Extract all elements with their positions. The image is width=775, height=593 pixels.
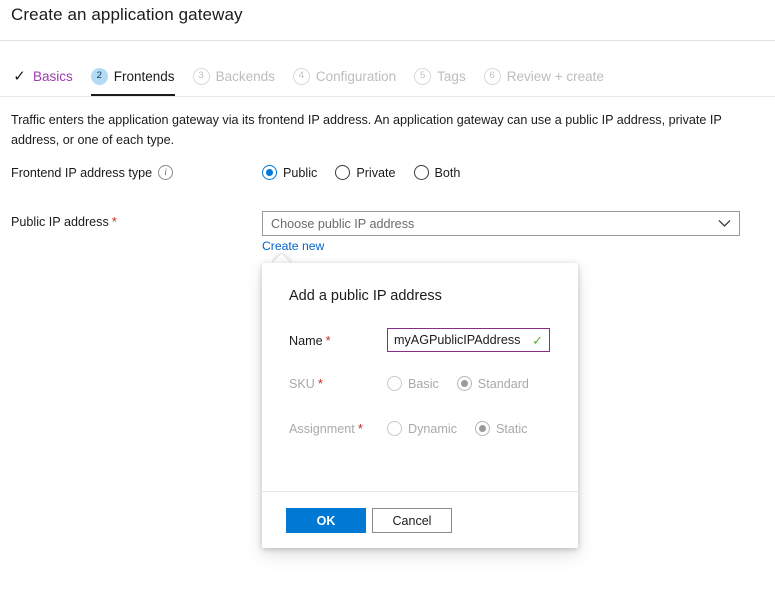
tab-backends[interactable]: 3 Backends [192, 62, 277, 90]
tab-label: Tags [437, 68, 466, 84]
page-title: Create an application gateway [11, 5, 243, 24]
tab-label: Configuration [315, 68, 397, 84]
field-label-text: Frontend IP address type [11, 165, 153, 180]
public-ip-address-label: Public IP address * [11, 214, 117, 229]
radio-option-public[interactable]: Public [262, 165, 317, 180]
tab-basics[interactable]: ✓ Basics [11, 62, 75, 90]
radio-option-dynamic[interactable]: Dynamic [387, 421, 457, 436]
tab-frontends[interactable]: 2 Frontends [90, 62, 177, 96]
cancel-button[interactable]: Cancel [372, 508, 452, 533]
frontend-ip-type-label: Frontend IP address type i [11, 165, 174, 180]
dialog-assignment-label: Assignment * [289, 421, 363, 436]
dialog-title: Add a public IP address [289, 288, 442, 304]
add-public-ip-dialog: Add a public IP address [262, 263, 578, 548]
radio-circle-icon [387, 421, 402, 436]
create-new-link[interactable]: Create new [262, 239, 324, 253]
radio-circle-icon [456, 376, 472, 391]
radio-label: Public [283, 165, 318, 180]
radio-label: Static [496, 421, 528, 436]
dialog-footer-divider [262, 491, 578, 492]
tab-configuration[interactable]: 4 Configuration [292, 62, 398, 90]
field-label-text: SKU [289, 376, 315, 391]
dialog-assignment-radio-group: Dynamic Static [387, 421, 546, 436]
tab-tags[interactable]: 5 Tags [414, 62, 468, 90]
tab-review-create[interactable]: 6 Review + create [483, 62, 606, 90]
tab-label: Backends [215, 68, 275, 84]
radio-option-private[interactable]: Private [335, 165, 396, 180]
tabs-divider [0, 96, 775, 97]
tab-label: Basics [33, 68, 73, 84]
tab-step-badge: 4 [292, 67, 310, 85]
field-label-text: Assignment [289, 421, 355, 436]
required-asterisk: * [325, 333, 331, 348]
tab-step-badge: 5 [414, 67, 432, 85]
dialog-sku-radio-group: Basic Standard [387, 376, 547, 391]
field-label-text: Name [289, 333, 323, 348]
radio-circle-icon [387, 376, 402, 391]
tab-label: Frontends [113, 68, 175, 84]
ok-button[interactable]: OK [286, 508, 366, 533]
radio-label: Basic [408, 376, 439, 391]
radio-label: Dynamic [408, 421, 457, 436]
required-asterisk: * [111, 214, 117, 229]
radio-label: Both [434, 165, 461, 180]
required-asterisk: * [317, 376, 323, 391]
public-ip-address-dropdown[interactable]: Choose public IP address [262, 211, 740, 236]
dialog-name-label: Name * [289, 333, 331, 348]
frontend-ip-type-radio-group: Public Private Both [262, 165, 478, 180]
radio-option-standard[interactable]: Standard [456, 376, 529, 391]
wizard-tabs: ✓ Basics 2 Frontends 3 Backends 4 Config… [11, 62, 622, 97]
name-input-value: myAGPublicIPAddress [394, 333, 521, 347]
radio-option-static[interactable]: Static [475, 421, 528, 436]
radio-option-basic[interactable]: Basic [387, 376, 439, 391]
radio-label: Standard [477, 376, 529, 391]
radio-label: Private [356, 165, 396, 180]
radio-circle-icon [335, 165, 351, 180]
page-header: Create an application gateway [0, 0, 775, 41]
tab-label: Review + create [506, 68, 604, 84]
name-input[interactable]: myAGPublicIPAddress ✓ [387, 328, 550, 352]
radio-option-both[interactable]: Both [413, 165, 461, 180]
tab-step-badge: 3 [192, 67, 210, 85]
chevron-down-icon [718, 219, 731, 228]
checkmark-icon: ✓ [13, 67, 26, 85]
field-label-text: Public IP address [11, 214, 109, 229]
required-asterisk: * [357, 421, 363, 436]
radio-circle-icon [413, 165, 429, 180]
checkmark-icon: ✓ [532, 332, 543, 348]
frontends-description: Traffic enters the application gateway v… [11, 113, 722, 147]
tab-step-badge: 2 [90, 67, 108, 85]
tab-step-badge: 6 [483, 67, 501, 85]
dialog-sku-label: SKU * [289, 376, 323, 391]
dropdown-selected-value: Choose public IP address [271, 216, 415, 231]
info-icon[interactable]: i [158, 165, 174, 180]
radio-circle-icon [475, 421, 490, 436]
radio-circle-icon [262, 165, 277, 180]
